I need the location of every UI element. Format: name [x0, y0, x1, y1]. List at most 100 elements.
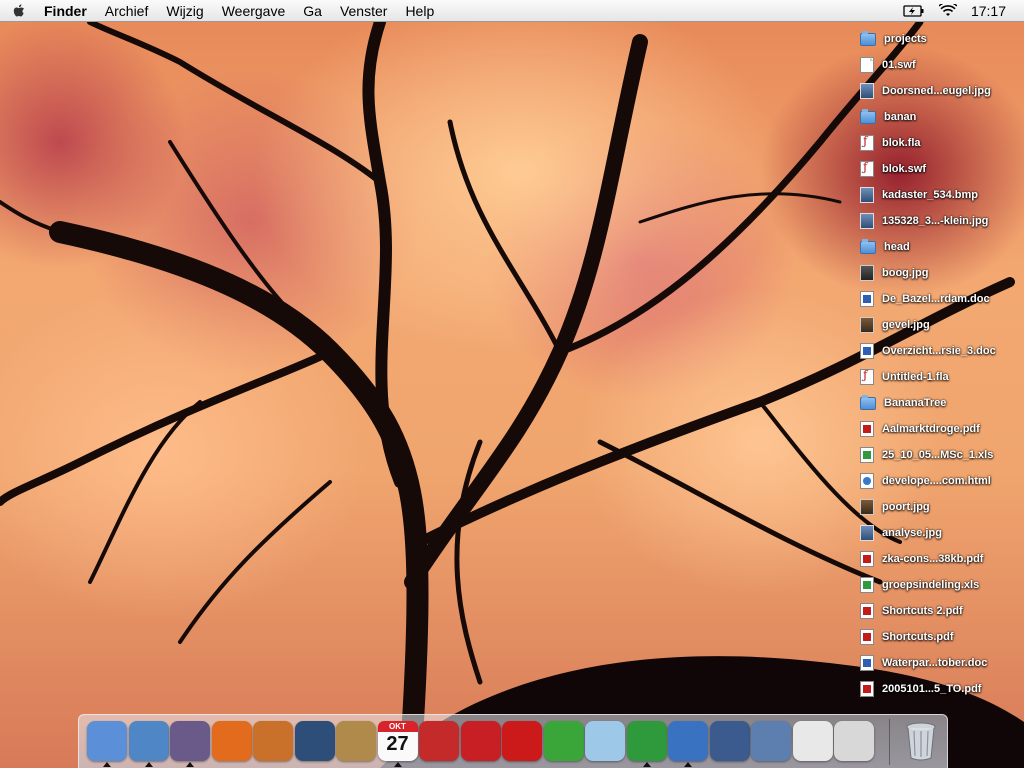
painter-icon[interactable]	[253, 721, 293, 761]
folder-icon	[860, 394, 876, 410]
desktop-item[interactable]: analyse.jpg	[860, 524, 942, 542]
desktop-item[interactable]: Waterpar...tober.doc	[860, 654, 987, 672]
apple-system-icon[interactable]	[834, 721, 874, 761]
menu-ga[interactable]: Ga	[303, 3, 322, 19]
menu-archief[interactable]: Archief	[105, 3, 149, 19]
desktop-item-label: gevel.jpg	[882, 319, 930, 331]
wifi-icon[interactable]	[938, 3, 957, 18]
desktop-item[interactable]: BananaTree	[860, 394, 946, 412]
desktop-item-label: De_Bazel...rdam.doc	[882, 293, 990, 305]
dock: OKT 27	[78, 714, 948, 768]
folder-icon	[860, 238, 876, 254]
desktop-item-label: boog.jpg	[882, 267, 929, 279]
desktop-item-label: Shortcuts.pdf	[882, 631, 954, 643]
flash-icon[interactable]	[502, 721, 542, 761]
desktop-item[interactable]: head	[860, 238, 910, 256]
iphoto-icon[interactable]	[294, 721, 335, 761]
safari-icon[interactable]	[128, 721, 169, 761]
running-indicator	[186, 762, 194, 767]
camino-icon[interactable]	[170, 721, 210, 761]
desktop-item-label: BananaTree	[884, 397, 947, 409]
desktop-item[interactable]: banan	[860, 108, 916, 126]
desktop-item[interactable]: 2005101...5_TO.pdf	[860, 680, 981, 698]
desktop-item[interactable]: Overzicht...rsie_3.doc	[860, 342, 996, 360]
desktop-item[interactable]: Doorsned...eugel.jpg	[860, 82, 991, 100]
folder-icon	[860, 108, 876, 124]
desktop-item-label: Doorsned...eugel.jpg	[882, 85, 991, 97]
address-book-icon[interactable]	[336, 721, 376, 761]
acrobat-icon[interactable]	[460, 721, 501, 761]
running-indicator	[103, 762, 111, 767]
desktop-item-label: groepsindeling.xls	[882, 579, 980, 591]
desktop-item-label: Overzicht...rsie_3.doc	[882, 345, 996, 357]
pdf-icon	[860, 681, 874, 697]
word-icon[interactable]	[668, 721, 708, 761]
excel-icon	[860, 577, 874, 593]
desktop-item[interactable]: Untitled-1.fla	[860, 368, 949, 386]
folder-icon	[860, 30, 876, 46]
menu-wijzig[interactable]: Wijzig	[166, 3, 203, 19]
desktop-item[interactable]: kadaster_534.bmp	[860, 186, 978, 204]
finder-icon[interactable]	[87, 721, 127, 761]
battery-icon[interactable]	[903, 4, 925, 17]
desktop-item[interactable]: Aalmarktdroge.pdf	[860, 420, 980, 438]
html-icon	[860, 473, 874, 489]
desktop-item-label: 2005101...5_TO.pdf	[882, 683, 982, 695]
menu-help[interactable]: Help	[405, 3, 434, 19]
menu-weergave[interactable]: Weergave	[222, 3, 286, 19]
desktop-item[interactable]: boog.jpg	[860, 264, 928, 282]
running-indicator	[393, 762, 402, 767]
desktop-item[interactable]: Shortcuts.pdf	[860, 628, 954, 646]
calendar-day: 27	[386, 733, 409, 755]
no-entry-icon[interactable]	[419, 721, 459, 761]
keynote-icon[interactable]	[709, 721, 750, 761]
desktop-item-label: Aalmarktdroge.pdf	[882, 423, 980, 435]
desktop-item[interactable]: blok.fla	[860, 134, 921, 152]
desktop-item[interactable]: 25_10_05...MSc_1.xls	[860, 446, 993, 464]
desktop-item-label: projects	[884, 33, 927, 45]
image-icon	[860, 187, 874, 203]
ical-icon[interactable]: OKT 27	[377, 721, 418, 761]
flash-icon	[860, 368, 874, 385]
desktop-item-label: 01.swf	[882, 59, 916, 71]
desktop-item-label: Waterpar...tober.doc	[882, 657, 988, 669]
desktop-item[interactable]: gevel.jpg	[860, 316, 930, 334]
apple-menu-icon[interactable]	[12, 2, 28, 20]
dock-separator	[889, 719, 890, 765]
desktop-item[interactable]: De_Bazel...rdam.doc	[860, 290, 990, 308]
desktop-item[interactable]: groepsindeling.xls	[860, 576, 979, 594]
desktop-item[interactable]: 135328_3...-klein.jpg	[860, 212, 988, 230]
running-indicator	[144, 762, 153, 767]
word-document-icon	[860, 343, 874, 359]
image-icon	[860, 265, 874, 281]
trash-icon[interactable]	[901, 721, 941, 761]
desktop-item-label: zka-cons...38kb.pdf	[882, 553, 984, 565]
menubar-clock[interactable]: 17:17	[971, 3, 1006, 19]
desktop-item-label: 135328_3...-klein.jpg	[882, 215, 989, 227]
preview-icon[interactable]	[792, 721, 833, 761]
desktop-item[interactable]: poort.jpg	[860, 498, 930, 516]
menu-venster[interactable]: Venster	[340, 3, 387, 19]
image-icon	[860, 525, 874, 541]
desktop-item[interactable]: develope....com.html	[860, 472, 991, 490]
desktop-item[interactable]: projects	[860, 30, 927, 48]
firefox-icon[interactable]	[211, 721, 252, 761]
desktop-item-label: Untitled-1.fla	[882, 371, 949, 383]
running-indicator	[642, 762, 651, 767]
itunes-icon[interactable]	[585, 721, 625, 761]
desktop-item[interactable]: blok.swf	[860, 160, 926, 178]
excel-icon[interactable]	[626, 721, 667, 761]
desktop-item[interactable]: Shortcuts 2.pdf	[860, 602, 963, 620]
menu-app-name[interactable]: Finder	[44, 3, 87, 19]
pdf-icon	[860, 629, 874, 645]
desktop-item-label: blok.swf	[882, 163, 927, 175]
pdf-icon	[860, 551, 874, 567]
desktop-item[interactable]: zka-cons...38kb.pdf	[860, 550, 983, 568]
desktop-item[interactable]: 01.swf	[860, 56, 916, 74]
dreamweaver-icon[interactable]	[543, 721, 584, 761]
image-icon	[860, 499, 874, 515]
flash-icon	[860, 160, 874, 177]
pdf-icon	[860, 421, 874, 437]
mail-icon[interactable]	[751, 721, 791, 761]
word-document-icon	[860, 291, 874, 307]
